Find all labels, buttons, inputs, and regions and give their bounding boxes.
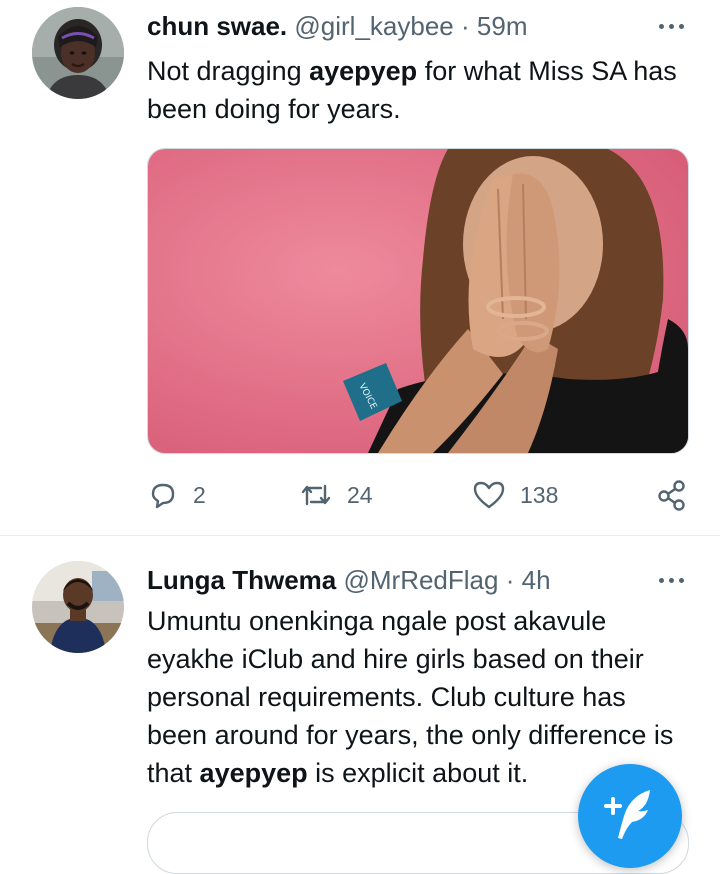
like-button[interactable]: 138	[472, 477, 558, 513]
separator-dot: ·	[505, 565, 515, 595]
heart-outline-icon	[473, 481, 505, 509]
tweet-text-part: Not dragging	[147, 56, 310, 86]
tweet-item[interactable]: chun swae. @girl_kaybee · 59m Not draggi…	[0, 0, 720, 535]
compose-feather-icon	[604, 790, 650, 839]
timestamp[interactable]: 4h	[522, 565, 551, 595]
author-name[interactable]: chun swae.	[147, 11, 287, 41]
reply-button[interactable]: 2	[147, 477, 206, 513]
like-count: 138	[520, 481, 559, 508]
tweet-header: chun swae. @girl_kaybee · 59m	[147, 10, 620, 42]
tweet-media[interactable]: VOICE	[147, 148, 689, 454]
tweet-header: Lunga Thwema @MrRedFlag · 4h	[147, 564, 620, 596]
separator-dot: ·	[461, 11, 470, 41]
compose-button[interactable]	[578, 764, 682, 868]
more-horizontal-icon[interactable]	[654, 16, 688, 36]
tweet-text: Not dragging ayepyep for what Miss SA ha…	[147, 52, 690, 128]
reply-count: 2	[193, 481, 206, 508]
retweet-count: 24	[347, 481, 373, 508]
author-handle[interactable]: @MrRedFlag	[343, 565, 498, 595]
more-horizontal-icon[interactable]	[654, 570, 688, 590]
timestamp[interactable]: 59m	[477, 11, 528, 41]
tweet-actions: 2 24 138	[147, 477, 692, 513]
author-name[interactable]: Lunga Thwema	[147, 565, 336, 595]
author-handle[interactable]: @girl_kaybee	[294, 11, 453, 41]
avatar[interactable]	[32, 7, 124, 99]
tweet-text-bold: ayepyep	[199, 758, 308, 788]
retweet-arrows-icon	[301, 484, 331, 506]
retweet-button[interactable]: 24	[299, 477, 373, 513]
tweet-text-part: is explicit about it.	[307, 758, 529, 788]
reply-bubble-icon	[151, 483, 175, 509]
tweet-text-bold: ayepyep	[309, 56, 418, 86]
avatar[interactable]	[32, 561, 124, 653]
share-button[interactable]	[655, 477, 689, 513]
share-nodes-icon	[658, 480, 685, 511]
